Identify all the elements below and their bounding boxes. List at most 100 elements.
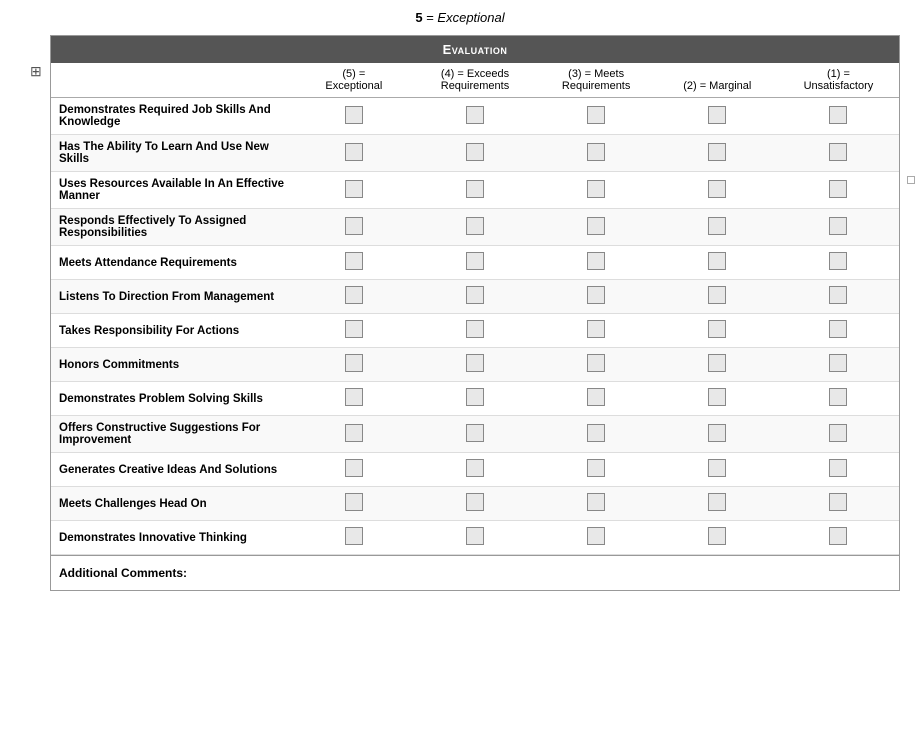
checkbox[interactable] (587, 527, 605, 545)
checkbox-cell (778, 246, 899, 280)
checkbox-cell (778, 280, 899, 314)
checkbox[interactable] (587, 424, 605, 442)
checkbox[interactable] (829, 388, 847, 406)
checkbox-cell (414, 172, 535, 209)
table-row: Demonstrates Problem Solving Skills (51, 382, 899, 416)
checkbox[interactable] (345, 286, 363, 304)
checkbox[interactable] (708, 354, 726, 372)
checkbox[interactable] (345, 493, 363, 511)
checkbox-cell (293, 246, 414, 280)
checkbox-cell (293, 314, 414, 348)
checkbox[interactable] (345, 180, 363, 198)
plus-icon[interactable]: ⊞ (30, 63, 42, 80)
checkbox[interactable] (708, 106, 726, 124)
checkbox[interactable] (466, 143, 484, 161)
checkbox[interactable] (466, 493, 484, 511)
checkbox[interactable] (345, 354, 363, 372)
checkbox[interactable] (466, 459, 484, 477)
row-label-4: Responds Effectively To Assigned Respons… (51, 209, 293, 246)
checkbox[interactable] (829, 424, 847, 442)
checkbox[interactable] (829, 106, 847, 124)
checkbox[interactable] (466, 354, 484, 372)
checkbox[interactable] (587, 217, 605, 235)
checkbox[interactable] (587, 143, 605, 161)
checkbox[interactable] (345, 143, 363, 161)
checkbox[interactable] (708, 286, 726, 304)
checkbox[interactable] (587, 320, 605, 338)
checkbox[interactable] (708, 493, 726, 511)
checkbox-cell (293, 172, 414, 209)
checkbox-cell (657, 453, 778, 487)
checkbox-cell (293, 382, 414, 416)
checkbox[interactable] (466, 388, 484, 406)
checkbox[interactable] (345, 106, 363, 124)
checkbox-cell (778, 135, 899, 172)
checkbox[interactable] (829, 143, 847, 161)
checkbox-cell (536, 314, 657, 348)
checkbox[interactable] (466, 320, 484, 338)
checkbox-cell (778, 98, 899, 135)
score-number: 5 (415, 10, 422, 25)
row-label-2: Has The Ability To Learn And Use New Ski… (51, 135, 293, 172)
checkbox[interactable] (466, 217, 484, 235)
checkbox[interactable] (466, 424, 484, 442)
checkbox[interactable] (466, 527, 484, 545)
checkbox[interactable] (466, 286, 484, 304)
checkbox[interactable] (587, 459, 605, 477)
checkbox[interactable] (708, 527, 726, 545)
checkbox-cell (657, 382, 778, 416)
checkbox[interactable] (345, 459, 363, 477)
checkbox-cell (536, 382, 657, 416)
checkbox[interactable] (587, 388, 605, 406)
checkbox-cell (657, 280, 778, 314)
checkbox[interactable] (587, 252, 605, 270)
checkbox[interactable] (345, 424, 363, 442)
checkbox[interactable] (466, 180, 484, 198)
checkbox-cell (414, 209, 535, 246)
checkbox[interactable] (829, 320, 847, 338)
checkbox-cell (657, 314, 778, 348)
checkbox[interactable] (829, 180, 847, 198)
table-body: Demonstrates Required Job Skills And Kno… (51, 98, 899, 555)
table-header-row: Evaluation (51, 36, 899, 63)
checkbox[interactable] (708, 424, 726, 442)
checkbox[interactable] (587, 286, 605, 304)
checkbox[interactable] (708, 252, 726, 270)
checkbox[interactable] (345, 527, 363, 545)
checkbox[interactable] (587, 106, 605, 124)
col-header-1: (1) =Unsatisfactory (778, 63, 899, 98)
checkbox[interactable] (829, 493, 847, 511)
checkbox[interactable] (466, 252, 484, 270)
checkbox[interactable] (829, 252, 847, 270)
checkbox[interactable] (587, 493, 605, 511)
table-row: Has The Ability To Learn And Use New Ski… (51, 135, 899, 172)
checkbox[interactable] (587, 180, 605, 198)
checkbox[interactable] (345, 388, 363, 406)
table-row: Listens To Direction From Management (51, 280, 899, 314)
checkbox[interactable] (829, 459, 847, 477)
checkbox[interactable] (345, 252, 363, 270)
checkbox[interactable] (708, 143, 726, 161)
checkbox[interactable] (708, 388, 726, 406)
checkbox[interactable] (829, 217, 847, 235)
checkbox-cell (293, 98, 414, 135)
checkbox[interactable] (708, 459, 726, 477)
checkbox-cell (293, 521, 414, 555)
checkbox[interactable] (345, 217, 363, 235)
checkbox[interactable] (708, 217, 726, 235)
evaluation-table-wrapper: Evaluation (5) =Exceptional (4) = Exceed… (50, 35, 900, 591)
checkbox[interactable] (708, 320, 726, 338)
checkbox[interactable] (708, 180, 726, 198)
checkbox[interactable] (829, 354, 847, 372)
checkbox[interactable] (587, 354, 605, 372)
checkbox-cell (778, 416, 899, 453)
checkbox[interactable] (345, 320, 363, 338)
checkbox-cell (293, 348, 414, 382)
checkbox[interactable] (829, 286, 847, 304)
checkbox[interactable] (466, 106, 484, 124)
checkbox-cell (414, 348, 535, 382)
checkbox-cell (414, 416, 535, 453)
row-label-13: Demonstrates Innovative Thinking (51, 521, 293, 555)
checkbox-cell (657, 172, 778, 209)
checkbox[interactable] (829, 527, 847, 545)
